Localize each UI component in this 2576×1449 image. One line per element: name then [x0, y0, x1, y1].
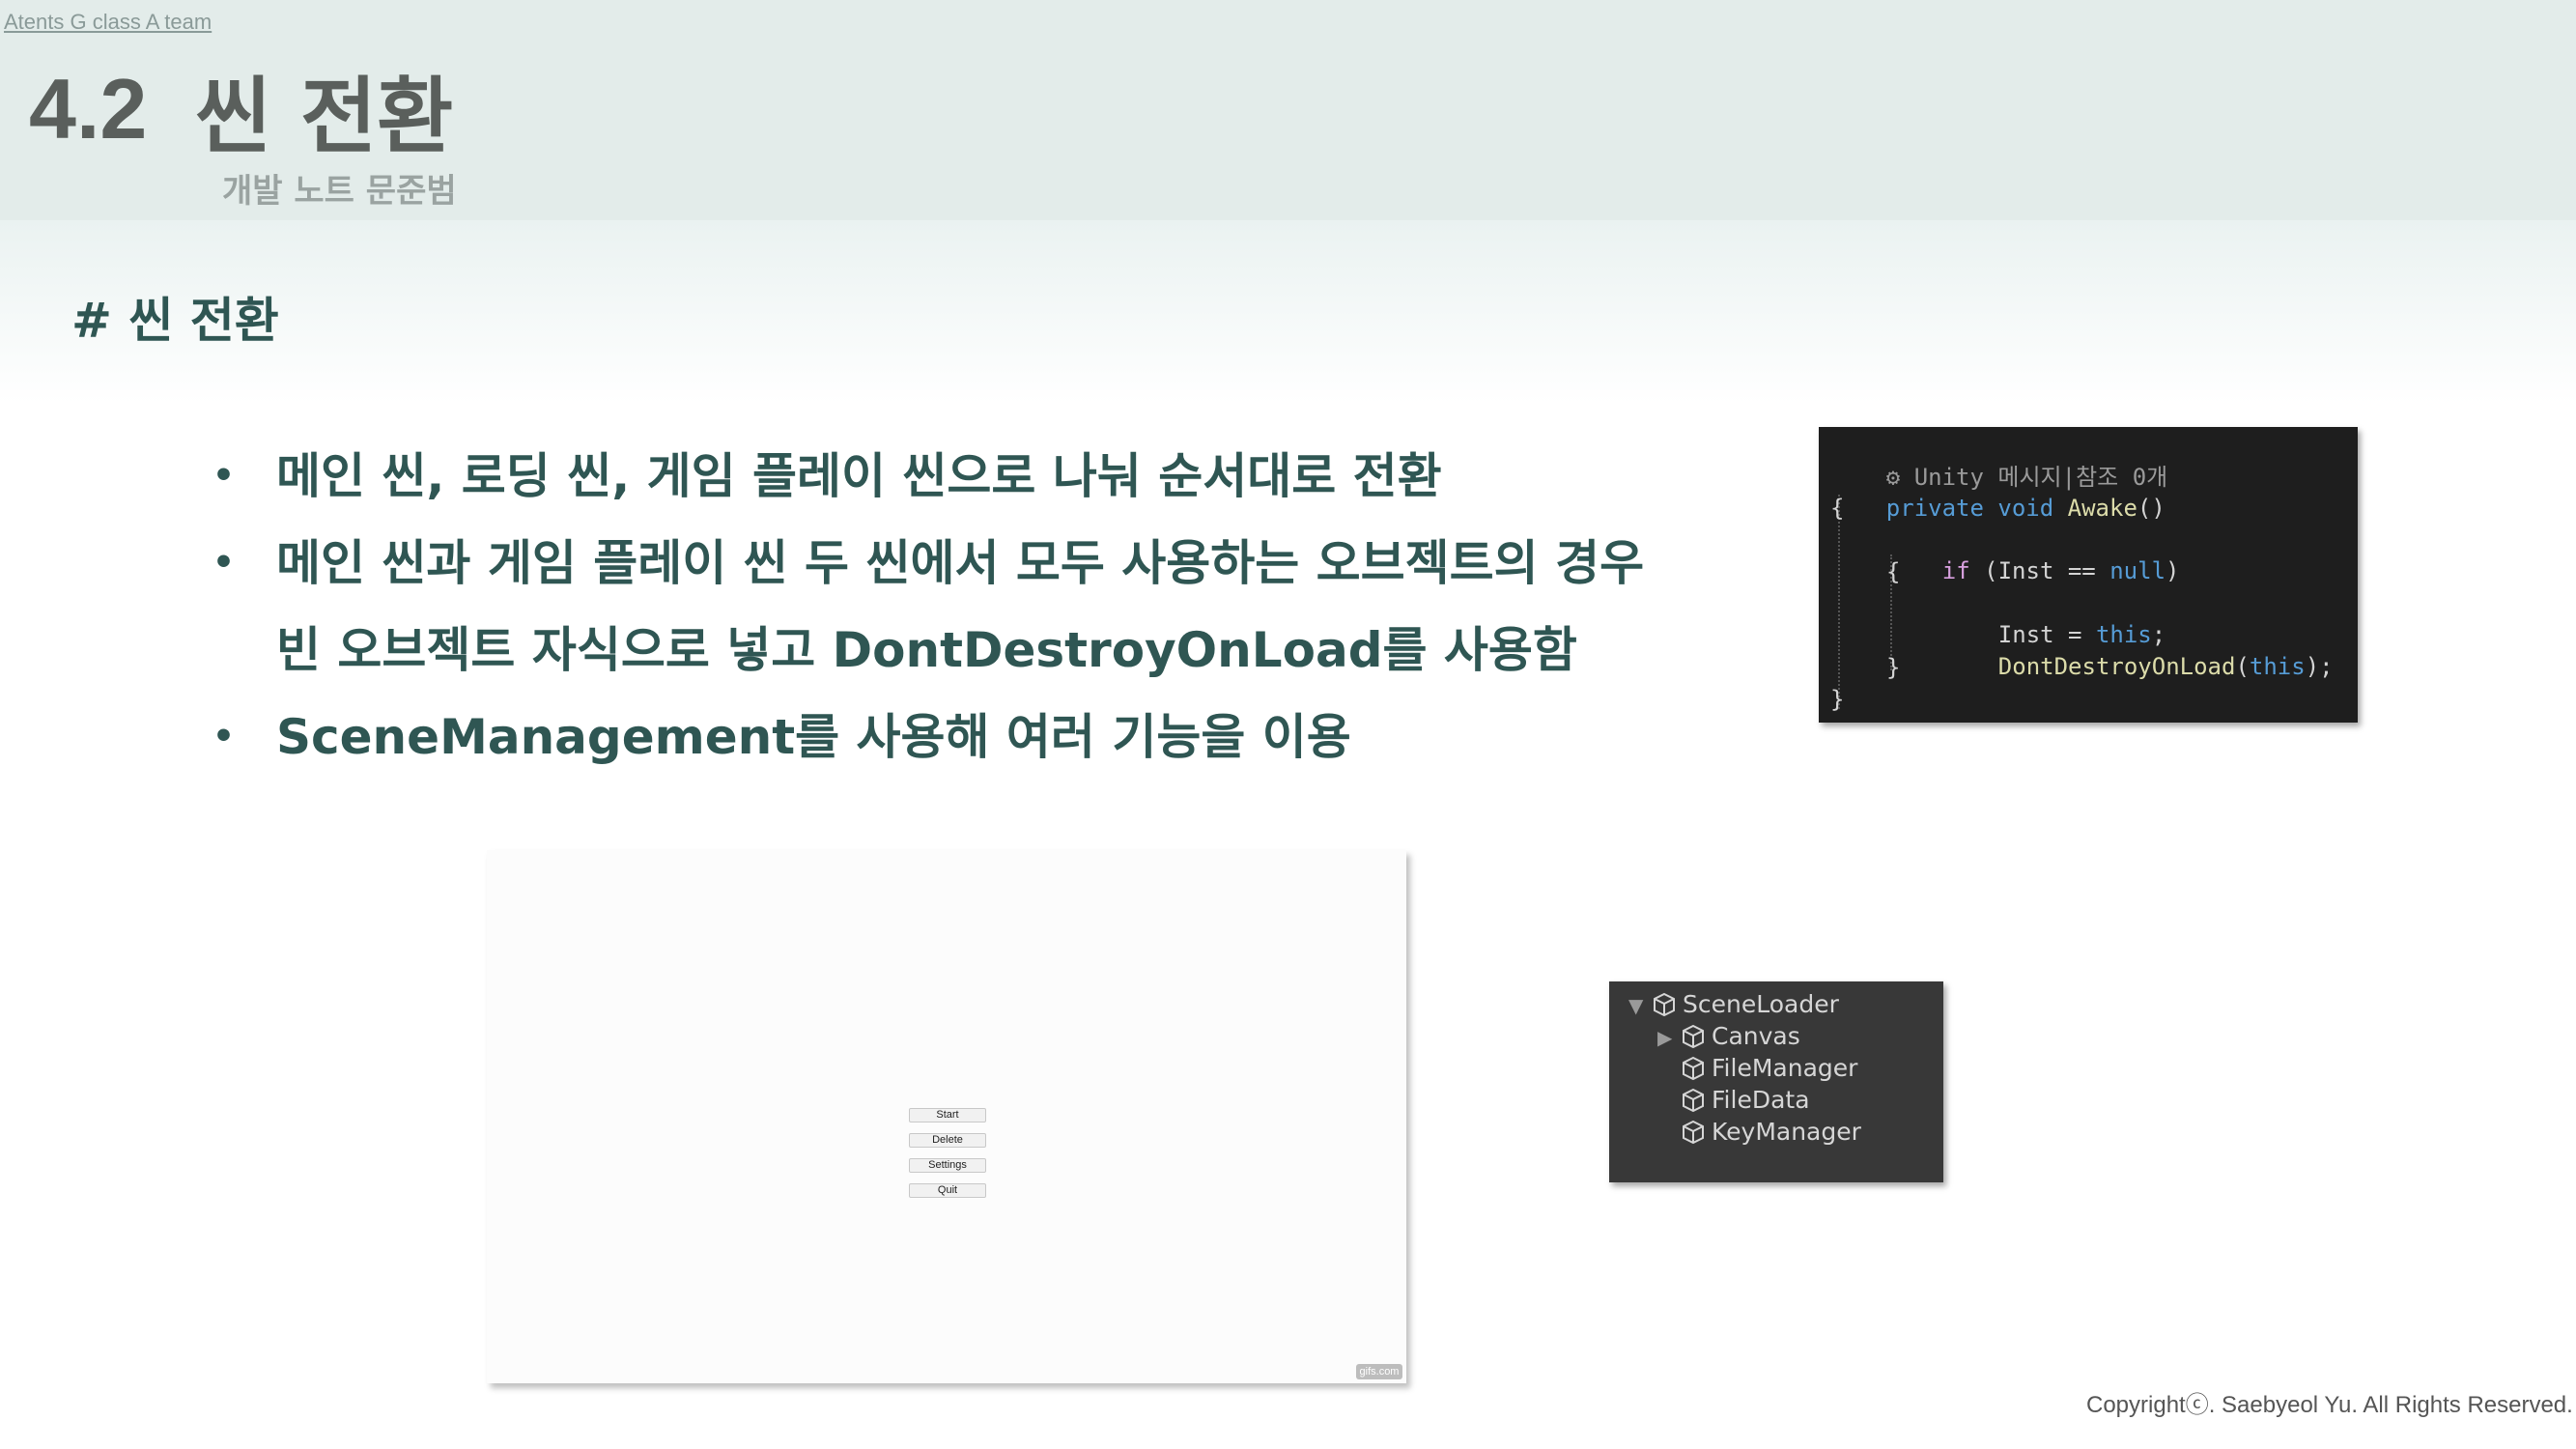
game-preview-image: Start Delete Settings Quit gifs.com: [487, 850, 1406, 1383]
code-meta-line: ⚙ Unity 메시지|참조 0개: [1885, 464, 2168, 491]
cube-icon: [1654, 992, 1675, 1017]
bullet-text: SceneManagement를 사용해 여러 기능을 이용: [276, 709, 1351, 765]
bullet-list: • 메인 씬, 로딩 씬, 게임 플레이 씬으로 나눠 순서대로 전환 • 메인…: [212, 433, 1758, 781]
hierarchy-item-canvas[interactable]: ▶ Canvas: [1657, 1021, 1800, 1052]
hierarchy-item-keymanager[interactable]: KeyManager: [1681, 1117, 1861, 1148]
hierarchy-item-label: SceneLoader: [1683, 990, 1839, 1018]
section-heading: # 씬 전환: [71, 293, 279, 349]
cube-icon: [1683, 1056, 1704, 1081]
hierarchy-item-sceneloader[interactable]: ▼ SceneLoader: [1628, 989, 1839, 1020]
hierarchy-item-filedata[interactable]: FileData: [1681, 1085, 1810, 1116]
hierarchy-item-label: FileManager: [1712, 1054, 1858, 1082]
team-link[interactable]: Atents G class A team: [4, 10, 212, 35]
start-button[interactable]: Start: [909, 1108, 986, 1122]
bullet-item: • 메인 씬과 게임 플레이 씬 두 씬에서 모두 사용하는 오브젝트의 경우 …: [212, 520, 1758, 694]
hierarchy-item-label: KeyManager: [1712, 1118, 1861, 1146]
cube-icon: [1683, 1024, 1704, 1049]
copyright: Copyrightⓒ. Saebyeol Yu. All Rights Rese…: [2086, 1392, 2573, 1418]
watermark: gifs.com: [1356, 1364, 1402, 1379]
bullet-text: 메인 씬과 게임 플레이 씬 두 씬에서 모두 사용하는 오브젝트의 경우: [276, 535, 1645, 591]
bullet-marker: •: [212, 717, 236, 756]
code-line: }: [1830, 686, 1845, 713]
slide-title: 씬 전환: [195, 69, 454, 165]
hierarchy-panel: ▼ SceneLoader ▶ Canvas FileManager FileDat…: [1609, 981, 1943, 1182]
cube-icon: [1683, 1088, 1704, 1113]
expand-arrow-icon[interactable]: ▶: [1657, 1022, 1681, 1053]
code-line: Inst = this;: [1997, 621, 2166, 648]
code-screenshot: ⚙ Unity 메시지|참조 0개 private void Awake() {…: [1819, 427, 2358, 723]
slide-number: 4.2: [29, 61, 148, 156]
hierarchy-item-label: Canvas: [1712, 1022, 1800, 1050]
bullet-marker: •: [212, 456, 236, 496]
hierarchy-item-filemanager[interactable]: FileManager: [1681, 1053, 1857, 1084]
bullet-item: • 메인 씬, 로딩 씬, 게임 플레이 씬으로 나눠 순서대로 전환: [212, 433, 1758, 520]
code-line: private void Awake(): [1885, 495, 2166, 522]
bullet-marker: •: [212, 543, 236, 582]
code-line: DontDestroyOnLoad(this);: [1997, 653, 2334, 680]
header-fade: [0, 220, 2576, 404]
bullet-item: • SceneManagement를 사용해 여러 기능을 이용: [212, 694, 1758, 781]
bullet-text: 메인 씬, 로딩 씬, 게임 플레이 씬으로 나눠 순서대로 전환: [276, 448, 1442, 504]
code-line: if (Inst == null): [1941, 557, 2180, 584]
code-line: {: [1886, 558, 1901, 585]
settings-button[interactable]: Settings: [909, 1158, 986, 1173]
hierarchy-item-label: FileData: [1712, 1086, 1810, 1114]
slide-subtitle: 개발 노트 문준범: [222, 172, 457, 211]
code-line: }: [1886, 654, 1901, 681]
cube-icon: [1683, 1120, 1704, 1145]
bullet-text: 빈 오브젝트 자식으로 넣고 DontDestroyOnLoad를 사용함: [276, 622, 1577, 678]
expand-arrow-icon[interactable]: ▼: [1628, 990, 1652, 1021]
code-line: {: [1830, 495, 1845, 522]
quit-button[interactable]: Quit: [909, 1183, 986, 1198]
delete-button[interactable]: Delete: [909, 1133, 986, 1148]
